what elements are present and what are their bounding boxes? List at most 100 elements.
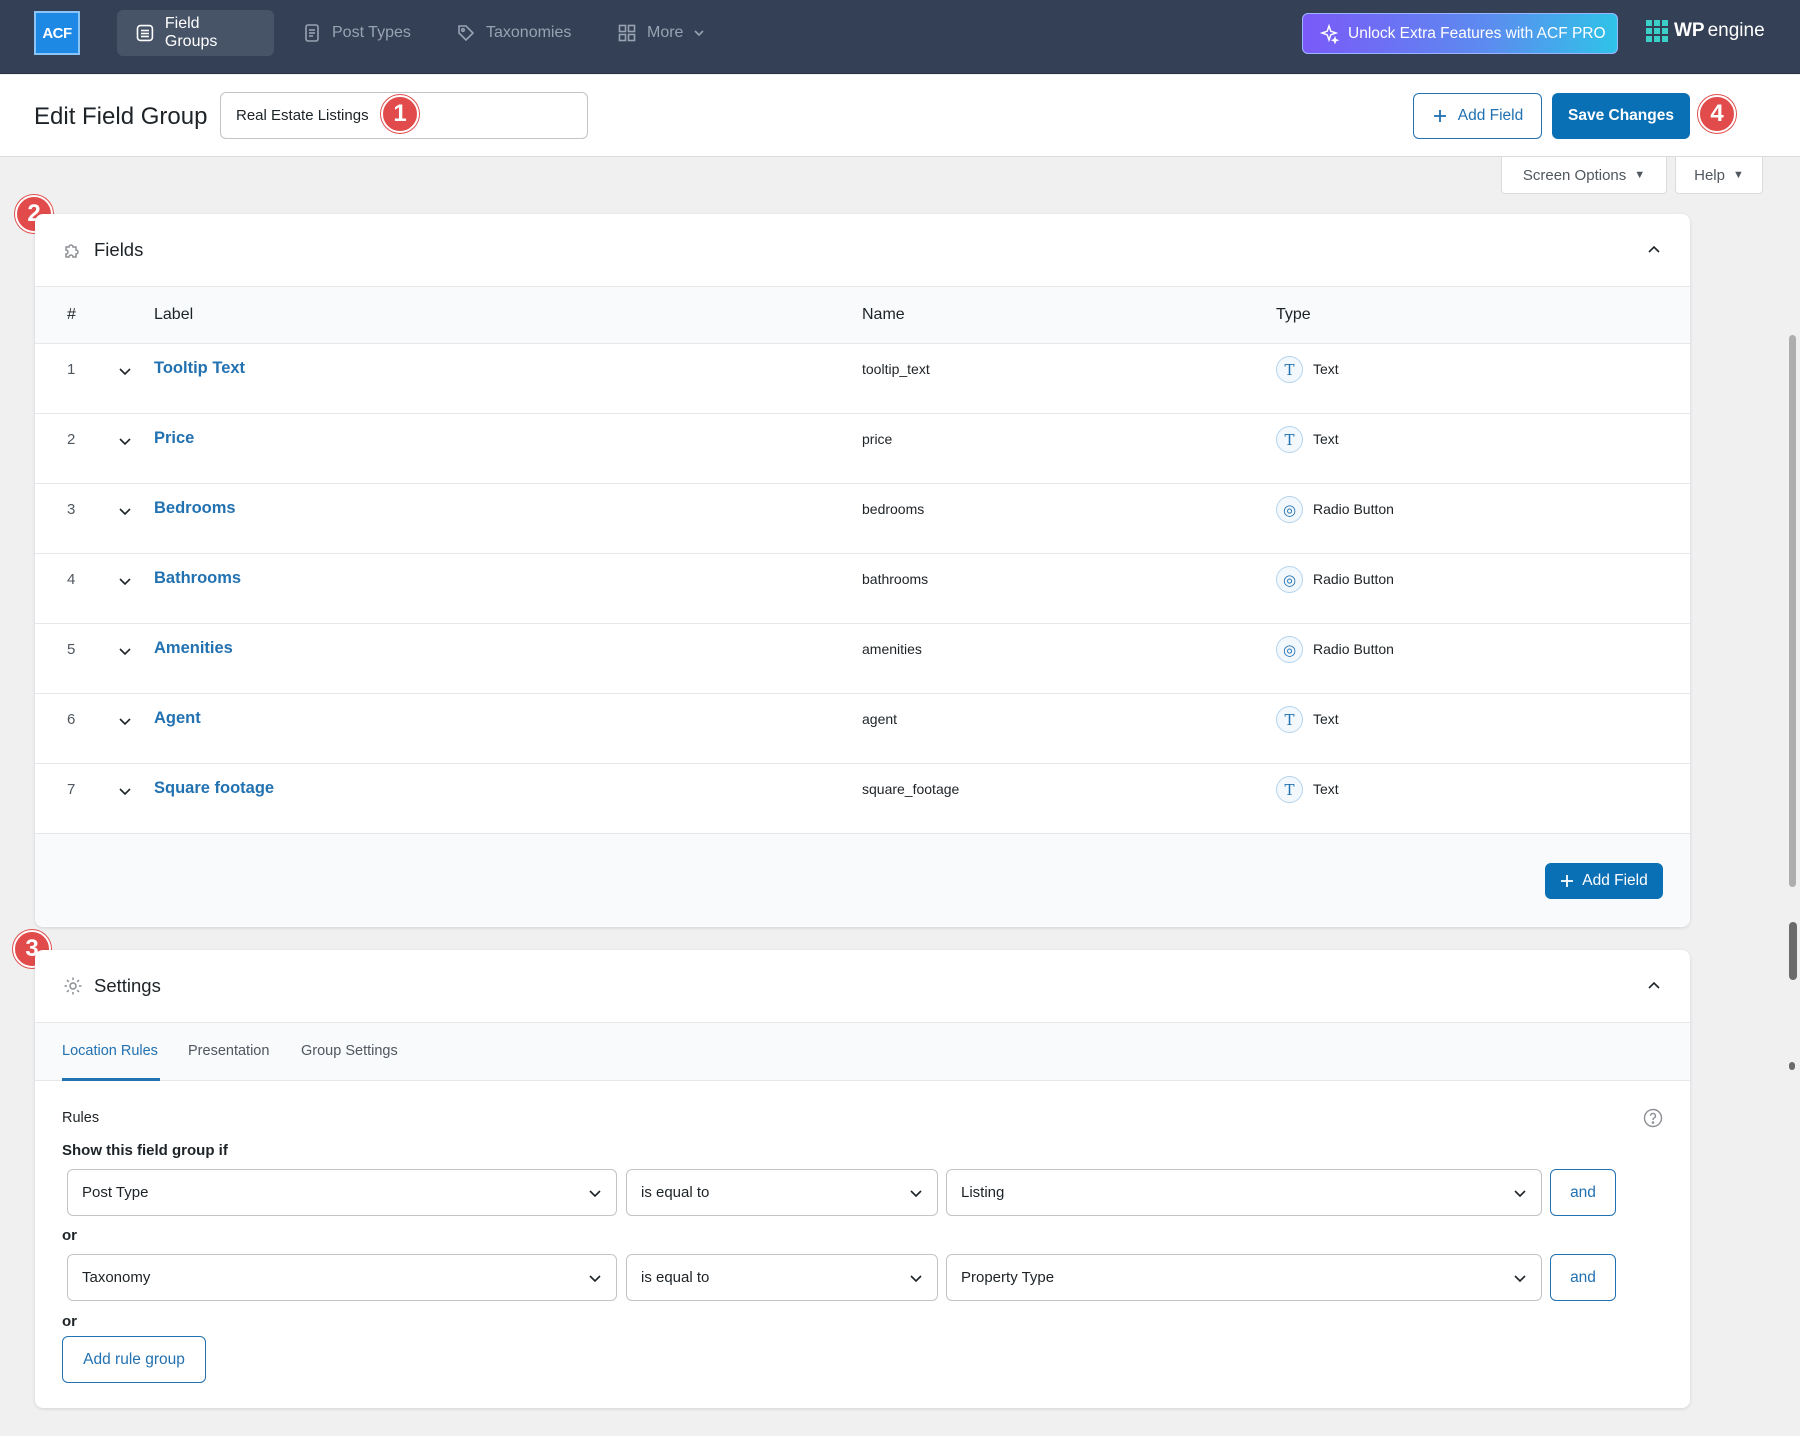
- nav-tab-label: Post Types: [332, 24, 411, 41]
- help-circle-icon[interactable]: [1643, 1108, 1663, 1128]
- rule-param-select[interactable]: Post Type: [67, 1169, 617, 1216]
- plus-icon: [1561, 875, 1574, 887]
- field-type: Radio Button: [1313, 641, 1394, 657]
- field-name: bedrooms: [862, 501, 925, 517]
- tab-presentation[interactable]: Presentation: [188, 1043, 269, 1059]
- text-type-icon: T: [1276, 776, 1303, 803]
- add-rule-group-button[interactable]: Add rule group: [62, 1336, 206, 1383]
- active-tab-indicator: [62, 1078, 160, 1081]
- chevron-down-icon[interactable]: [118, 434, 132, 448]
- add-field-label: Add Field: [1582, 872, 1648, 889]
- field-row[interactable]: 2 Price price T Text: [35, 414, 1690, 484]
- chevron-down-icon[interactable]: [118, 714, 132, 728]
- brand-light: engine: [1707, 20, 1765, 41]
- rule-value-select[interactable]: Listing: [946, 1169, 1542, 1216]
- field-name: square_footage: [862, 781, 960, 797]
- fields-panel: Fields # Label Name Type 1 Tooltip Text …: [35, 214, 1690, 927]
- scrollbar-track[interactable]: [1789, 335, 1796, 887]
- fields-panel-header[interactable]: Fields: [35, 214, 1690, 287]
- scrollbar-end: [1789, 1062, 1795, 1070]
- field-type: Text: [1313, 781, 1339, 797]
- chevron-down-icon: [910, 1190, 922, 1198]
- chevron-down-icon: [1514, 1275, 1526, 1283]
- chevron-up-icon[interactable]: [1646, 242, 1662, 258]
- field-label-link[interactable]: Bathrooms: [154, 569, 241, 588]
- settings-panel: Settings Location Rules Presentation Gro…: [35, 950, 1690, 1408]
- page-title: Edit Field Group: [34, 103, 208, 130]
- nav-tab-more[interactable]: More: [599, 10, 723, 56]
- field-row[interactable]: 7 Square footage square_footage T Text: [35, 764, 1690, 834]
- field-label-link[interactable]: Tooltip Text: [154, 359, 245, 378]
- add-field-label: Add Field: [1457, 107, 1524, 124]
- caret-down-icon: ▼: [1732, 169, 1744, 181]
- field-name: amenities: [862, 641, 922, 657]
- settings-panel-header[interactable]: Settings: [35, 950, 1690, 1023]
- field-row[interactable]: 5 Amenities amenities ◎ Radio Button: [35, 624, 1690, 694]
- add-field-button-top[interactable]: Add Field: [1413, 93, 1542, 139]
- rule-operator-value: is equal to: [641, 1184, 710, 1201]
- field-label-link[interactable]: Price: [154, 429, 194, 448]
- field-type: Text: [1313, 431, 1339, 447]
- tab-location-rules[interactable]: Location Rules: [62, 1043, 158, 1059]
- field-name: price: [862, 431, 893, 447]
- field-label-link[interactable]: Amenities: [154, 639, 233, 658]
- brand-bold: WP: [1674, 20, 1705, 41]
- caret-down-icon: ▼: [1634, 169, 1646, 181]
- add-field-button-bottom[interactable]: Add Field: [1545, 863, 1663, 899]
- fields-panel-title: Fields: [94, 239, 144, 260]
- field-number: 5: [67, 641, 76, 658]
- and-button[interactable]: and: [1550, 1254, 1616, 1301]
- field-label-link[interactable]: Square footage: [154, 779, 274, 798]
- field-row[interactable]: 1 Tooltip Text tooltip_text T Text: [35, 344, 1690, 414]
- save-changes-button[interactable]: Save Changes: [1552, 93, 1690, 139]
- col-name: Name: [862, 306, 905, 323]
- rules-label: Rules: [62, 1110, 100, 1126]
- field-type: Radio Button: [1313, 501, 1394, 517]
- field-label-link[interactable]: Bedrooms: [154, 499, 236, 518]
- and-button[interactable]: and: [1550, 1169, 1616, 1216]
- unlock-pro-button[interactable]: Unlock Extra Features with ACF PRO: [1302, 13, 1618, 54]
- field-type: Radio Button: [1313, 571, 1394, 587]
- field-number: 6: [67, 711, 76, 728]
- rule-param-select[interactable]: Taxonomy: [67, 1254, 617, 1301]
- help-label: Help: [1694, 166, 1725, 184]
- screen-options-toggle[interactable]: Screen Options ▼: [1501, 157, 1667, 194]
- settings-tabs: Location Rules Presentation Group Settin…: [35, 1023, 1690, 1081]
- chevron-down-icon[interactable]: [118, 504, 132, 518]
- nav-tab-field-groups[interactable]: Field Groups: [117, 10, 274, 56]
- tab-group-settings[interactable]: Group Settings: [301, 1043, 398, 1059]
- chevron-down-icon[interactable]: [118, 574, 132, 588]
- or-label: or: [62, 1227, 77, 1244]
- chevron-down-icon[interactable]: [118, 784, 132, 798]
- scrollbar-thumb[interactable]: [1789, 922, 1797, 980]
- chevron-up-icon[interactable]: [1646, 978, 1662, 994]
- field-row[interactable]: 6 Agent agent T Text: [35, 694, 1690, 764]
- wp-engine-logo[interactable]: WP engine: [1646, 20, 1765, 42]
- field-number: 7: [67, 781, 76, 798]
- field-label-link[interactable]: Agent: [154, 709, 201, 728]
- rule-operator-select[interactable]: is equal to: [626, 1254, 938, 1301]
- field-type: Text: [1313, 711, 1339, 727]
- acf-logo[interactable]: ACF: [34, 11, 80, 55]
- plus-icon: [1433, 110, 1446, 122]
- field-row[interactable]: 3 Bedrooms bedrooms ◎ Radio Button: [35, 484, 1690, 554]
- nav-tab-taxonomies[interactable]: Taxonomies: [438, 10, 589, 56]
- nav-tab-post-types[interactable]: Post Types: [284, 10, 429, 56]
- page-header: Edit Field Group Real Estate Listings 1 …: [0, 75, 1800, 157]
- chevron-down-icon[interactable]: [118, 644, 132, 658]
- rule-value-value: Listing: [961, 1184, 1005, 1201]
- chevron-down-icon[interactable]: [118, 364, 132, 378]
- chevron-down-icon: [910, 1275, 922, 1283]
- help-toggle[interactable]: Help ▼: [1675, 157, 1763, 194]
- rule-param-value: Post Type: [82, 1184, 149, 1201]
- rule-value-select[interactable]: Property Type: [946, 1254, 1542, 1301]
- field-row[interactable]: 4 Bathrooms bathrooms ◎ Radio Button: [35, 554, 1690, 624]
- field-number: 1: [67, 361, 76, 378]
- wp-engine-grid-icon: [1646, 20, 1668, 42]
- nav-tab-label: Field Groups: [164, 15, 218, 50]
- rule-operator-select[interactable]: is equal to: [626, 1169, 938, 1216]
- nav-tab-label: More: [647, 24, 684, 41]
- show-if-label: Show this field group if: [62, 1142, 228, 1159]
- screen-options-label: Screen Options: [1522, 166, 1627, 184]
- annotation-badge-1: 1: [381, 95, 419, 133]
